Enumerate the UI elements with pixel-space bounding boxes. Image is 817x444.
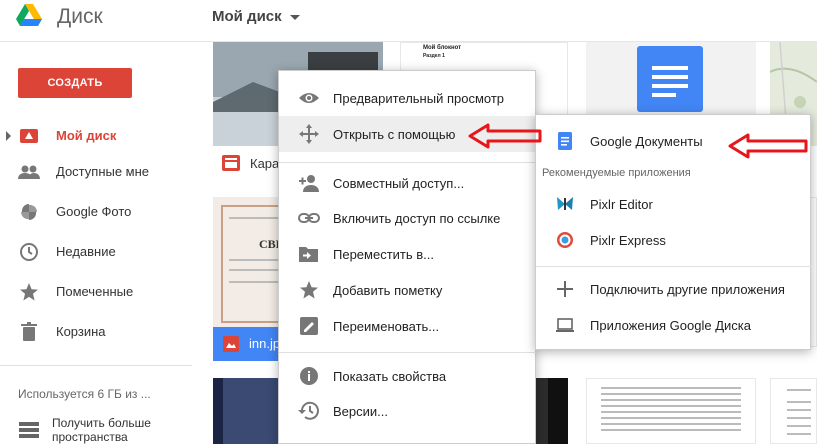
sidebar-item-label: Недавние <box>56 244 116 259</box>
menu-item-label: Версии... <box>333 404 388 419</box>
eye-icon <box>299 93 319 103</box>
submenu-item-label: Pixlr Express <box>590 233 666 248</box>
sidebar-item-recent[interactable]: Недавние <box>0 232 192 272</box>
menu-item-label: Переместить в... <box>333 247 434 262</box>
submenu-item-label: Подключить другие приложения <box>590 282 785 297</box>
menu-item-label: Включить доступ по ссылке <box>333 211 501 226</box>
sidebar-item-label: Помеченные <box>56 284 134 299</box>
star-icon <box>300 281 318 299</box>
plus-icon <box>557 281 573 297</box>
doc-subtitle: Раздел 1 <box>423 53 445 59</box>
file-thumbnail-form[interactable] <box>770 378 817 444</box>
storage-icon <box>19 422 39 438</box>
trash-icon <box>21 322 37 341</box>
doc-title: Мой блокнот <box>423 45 462 51</box>
video-file-icon <box>222 155 240 171</box>
sidebar-item-label: Корзина <box>56 324 106 339</box>
breadcrumb-label: Мой диск <box>212 8 282 25</box>
expand-arrow-icon[interactable] <box>6 131 11 141</box>
move-icon <box>299 124 319 144</box>
submenu-item-label: Pixlr Editor <box>590 197 653 212</box>
sidebar-divider <box>0 365 192 366</box>
text-lines-preview <box>601 387 741 431</box>
menu-item-get-link[interactable]: Включить доступ по ссылке <box>279 200 537 236</box>
rename-icon <box>300 317 318 335</box>
link-icon <box>298 213 320 223</box>
menu-item-label: Показать свойства <box>333 369 447 384</box>
submenu-divider <box>536 266 812 267</box>
sidebar-item-label: Доступные мне <box>56 164 150 179</box>
sidebar-item-photos[interactable]: Google Фото <box>0 192 192 232</box>
move-to-folder-icon <box>299 247 318 262</box>
sidebar-item-label: Google Фото <box>56 204 132 219</box>
red-arrow-annotation <box>468 123 542 149</box>
google-docs-icon <box>558 132 572 150</box>
menu-item-preview[interactable]: Предварительный просмотр <box>279 80 537 116</box>
info-icon <box>300 367 318 385</box>
file-name: inn.jp <box>249 336 281 351</box>
red-arrow-annotation <box>728 133 808 159</box>
drive-icon <box>20 129 38 143</box>
sidebar-item-shared[interactable]: Доступные мне <box>0 152 192 192</box>
menu-divider <box>279 162 537 163</box>
menu-divider <box>279 352 537 353</box>
submenu-item-label: Google Документы <box>590 134 703 149</box>
history-icon <box>298 401 319 420</box>
breadcrumb[interactable]: Мой диск <box>212 8 300 25</box>
top-header: Диск Мой диск <box>0 0 817 42</box>
file-thumbnail-article[interactable] <box>586 378 756 444</box>
menu-item-label: Переименовать... <box>333 319 440 334</box>
create-button[interactable]: СОЗДАТЬ <box>18 68 132 98</box>
submenu-item-drive-apps[interactable]: Приложения Google Диска <box>536 307 812 343</box>
menu-item-versions[interactable]: Версии... <box>279 393 537 429</box>
storage-usage-text: Используется 6 ГБ из ... <box>18 387 151 401</box>
menu-item-label: Добавить пометку <box>333 283 443 298</box>
star-icon <box>20 283 38 301</box>
google-drive-logo[interactable] <box>16 4 42 28</box>
clock-icon <box>20 243 38 261</box>
sidebar-item-starred[interactable]: Помеченные <box>0 272 192 312</box>
menu-item-share[interactable]: Совместный доступ... <box>279 165 537 201</box>
image-file-icon <box>223 336 239 352</box>
menu-item-add-star[interactable]: Добавить пометку <box>279 272 537 308</box>
sidebar-item-label: Мой диск <box>56 128 117 143</box>
app-title: Диск <box>57 5 103 28</box>
menu-item-rename[interactable]: Переименовать... <box>279 308 537 344</box>
submenu-item-pixlr-express[interactable]: Pixlr Express <box>536 222 812 258</box>
add-person-icon <box>299 175 319 192</box>
menu-item-move-to[interactable]: Переместить в... <box>279 236 537 272</box>
laptop-icon <box>556 318 574 332</box>
menu-item-label: Открыть с помощью <box>333 127 456 142</box>
submenu-item-pixlr-editor[interactable]: Pixlr Editor <box>536 186 812 222</box>
menu-item-label: Совместный доступ... <box>333 176 465 191</box>
google-docs-large-icon <box>637 46 703 112</box>
get-more-storage-link[interactable]: Получить больше пространства <box>52 416 182 444</box>
text-lines-preview <box>787 389 811 435</box>
pixlr-editor-icon <box>557 197 573 210</box>
sidebar: СОЗДАТЬ Мой диск Доступные мне Google Фо… <box>0 42 192 444</box>
submenu-item-connect-apps[interactable]: Подключить другие приложения <box>536 271 812 307</box>
file-name[interactable]: Кара <box>250 156 279 171</box>
photos-icon <box>20 203 38 221</box>
submenu-item-label: Приложения Google Диска <box>590 318 751 333</box>
sidebar-item-my-drive[interactable]: Мой диск <box>0 116 192 156</box>
recommended-apps-heading: Рекомендуемые приложения <box>542 167 691 179</box>
sidebar-item-trash[interactable]: Корзина <box>0 312 192 352</box>
people-icon <box>18 165 40 179</box>
pixlr-express-icon <box>557 232 573 248</box>
menu-item-label: Предварительный просмотр <box>333 91 505 106</box>
menu-item-details[interactable]: Показать свойства <box>279 358 537 394</box>
chevron-down-icon <box>289 14 300 20</box>
